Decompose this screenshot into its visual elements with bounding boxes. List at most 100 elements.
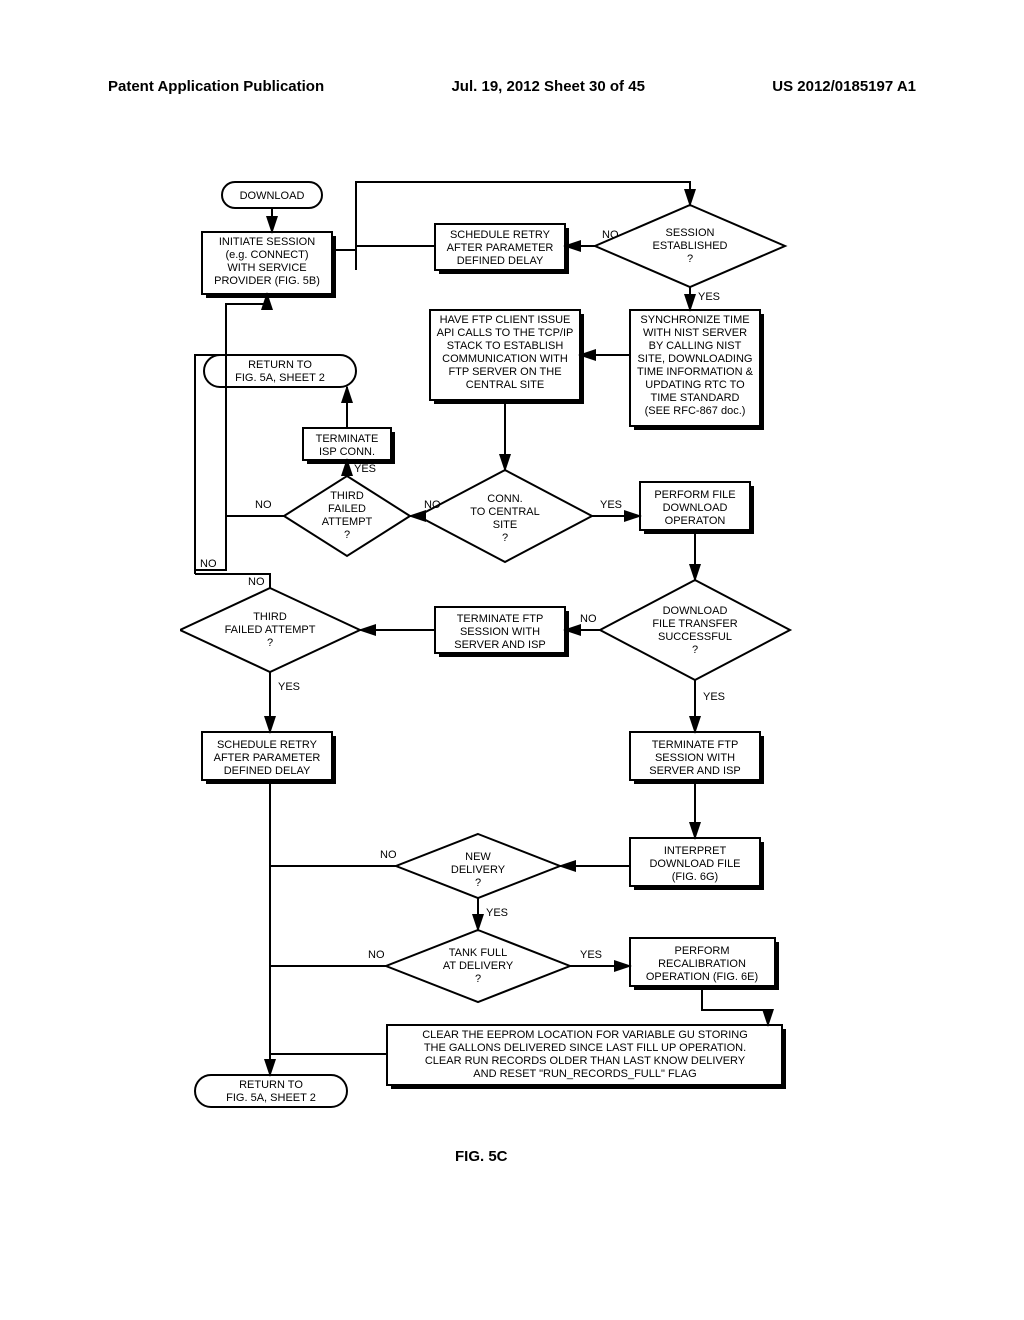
svg-text:NO: NO xyxy=(602,229,619,241)
svg-text:TIME INFORMATION &: TIME INFORMATION & xyxy=(637,366,754,378)
svg-text:COMMUNICATION WITH: COMMUNICATION WITH xyxy=(442,353,568,365)
svg-text:?: ? xyxy=(267,637,273,649)
svg-text:NO: NO xyxy=(200,558,217,570)
svg-text:STACK TO ESTABLISH: STACK TO ESTABLISH xyxy=(447,340,564,352)
svg-text:?: ? xyxy=(475,973,481,985)
svg-text:DEFINED DELAY: DEFINED DELAY xyxy=(224,765,311,777)
svg-text:TERMINATE FTP: TERMINATE FTP xyxy=(652,739,739,751)
svg-text:HAVE FTP CLIENT ISSUE: HAVE FTP CLIENT ISSUE xyxy=(440,314,571,326)
svg-text:YES: YES xyxy=(486,907,508,919)
svg-text:NO: NO xyxy=(255,499,272,511)
svg-text:API CALLS TO THE TCP/IP: API CALLS TO THE TCP/IP xyxy=(437,327,574,339)
node-tank-full: TANK FULL AT DELIVERY ? xyxy=(386,930,570,1002)
svg-text:AT DELIVERY: AT DELIVERY xyxy=(443,960,514,972)
svg-text:DOWNLOAD: DOWNLOAD xyxy=(663,605,728,617)
svg-text:NEW: NEW xyxy=(465,851,491,863)
svg-text:NO: NO xyxy=(368,949,385,961)
svg-text:TERMINATE: TERMINATE xyxy=(316,433,379,445)
svg-text:FIG. 5A, SHEET 2: FIG. 5A, SHEET 2 xyxy=(235,372,325,384)
svg-text:TERMINATE FTP: TERMINATE FTP xyxy=(457,613,544,625)
svg-text:DOWNLOAD FILE: DOWNLOAD FILE xyxy=(649,858,740,870)
svg-text:OPERATON: OPERATON xyxy=(665,515,726,527)
svg-text:UPDATING RTC TO: UPDATING RTC TO xyxy=(645,379,745,391)
svg-text:TIME STANDARD: TIME STANDARD xyxy=(650,392,739,404)
header-right: US 2012/0185197 A1 xyxy=(772,78,916,95)
svg-text:NO: NO xyxy=(580,613,597,625)
svg-text:INTERPRET: INTERPRET xyxy=(664,845,727,857)
svg-text:WITH NIST SERVER: WITH NIST SERVER xyxy=(643,327,747,339)
svg-text:SCHEDULE RETRY: SCHEDULE RETRY xyxy=(217,739,318,751)
svg-text:DEFINED DELAY: DEFINED DELAY xyxy=(457,255,544,267)
node-download-success: DOWNLOAD FILE TRANSFER SUCCESSFUL ? xyxy=(600,580,790,680)
svg-text:NO: NO xyxy=(380,849,397,861)
svg-text:THIRD: THIRD xyxy=(253,611,287,623)
node-third-failed-small: THIRD FAILED ATTEMPT ? xyxy=(284,476,410,556)
flowchart: DOWNLOAD INITIATE SESSION (e.g. CONNECT)… xyxy=(180,170,830,1173)
node-schedule-retry-bot: SCHEDULE RETRY AFTER PARAMETER DEFINED D… xyxy=(202,732,336,784)
svg-text:FTP SERVER ON THE: FTP SERVER ON THE xyxy=(448,366,561,378)
svg-text:PERFORM FILE: PERFORM FILE xyxy=(654,489,735,501)
svg-text:THIRD: THIRD xyxy=(330,490,364,502)
node-terminate-ftp-right: TERMINATE FTP SESSION WITH SERVER AND IS… xyxy=(630,732,764,784)
node-initiate: INITIATE SESSION (e.g. CONNECT) WITH SER… xyxy=(202,232,336,298)
svg-text:YES: YES xyxy=(580,949,602,961)
svg-text:YES: YES xyxy=(278,681,300,693)
svg-text:RETURN TO: RETURN TO xyxy=(248,359,312,371)
svg-text:TO CENTRAL: TO CENTRAL xyxy=(470,506,539,518)
node-ftp-client: HAVE FTP CLIENT ISSUE API CALLS TO THE T… xyxy=(430,310,584,404)
header-left: Patent Application Publication xyxy=(108,78,324,95)
svg-text:SITE: SITE xyxy=(493,519,517,531)
node-terminate-ftp-mid: TERMINATE FTP SESSION WITH SERVER AND IS… xyxy=(435,607,569,657)
svg-text:AFTER PARAMETER: AFTER PARAMETER xyxy=(214,752,321,764)
node-third-failed: THIRD FAILED ATTEMPT ? xyxy=(180,588,360,672)
node-download: DOWNLOAD xyxy=(222,182,322,208)
svg-text:DOWNLOAD: DOWNLOAD xyxy=(663,502,728,514)
svg-text:WITH SERVICE: WITH SERVICE xyxy=(227,262,306,274)
svg-text:ISP CONN.: ISP CONN. xyxy=(319,446,375,458)
svg-text:RETURN TO: RETURN TO xyxy=(239,1079,303,1091)
svg-text:CENTRAL SITE: CENTRAL SITE xyxy=(466,379,544,391)
node-interpret: INTERPRET DOWNLOAD FILE (FIG. 6G) xyxy=(630,838,764,890)
node-perform-download: PERFORM FILE DOWNLOAD OPERATON xyxy=(640,482,754,534)
figure-label: FIG. 5C xyxy=(455,1148,508,1165)
svg-text:NO: NO xyxy=(248,576,265,588)
node-synchronize: SYNCHRONIZE TIME WITH NIST SERVER BY CAL… xyxy=(630,310,764,430)
svg-text:SITE, DOWNLOADING: SITE, DOWNLOADING xyxy=(638,353,753,365)
svg-text:PERFORM: PERFORM xyxy=(675,945,730,957)
svg-text:SYNCHRONIZE TIME: SYNCHRONIZE TIME xyxy=(640,314,749,326)
svg-text:YES: YES xyxy=(698,291,720,303)
svg-text:THE GALLONS DELIVERED SINCE LA: THE GALLONS DELIVERED SINCE LAST FILL UP… xyxy=(424,1042,746,1054)
svg-text:(SEE RFC-867 doc.): (SEE RFC-867 doc.) xyxy=(645,405,746,417)
header-center: Jul. 19, 2012 Sheet 30 of 45 xyxy=(451,78,644,95)
svg-text:PROVIDER (FIG. 5B): PROVIDER (FIG. 5B) xyxy=(214,275,320,287)
svg-text:FAILED: FAILED xyxy=(328,503,366,515)
svg-text:ESTABLISHED: ESTABLISHED xyxy=(653,240,728,252)
node-conn-central: CONN. TO CENTRAL SITE ? xyxy=(418,470,592,562)
svg-text:(e.g. CONNECT): (e.g. CONNECT) xyxy=(225,249,308,261)
svg-text:AFTER PARAMETER: AFTER PARAMETER xyxy=(447,242,554,254)
node-session-established: SESSION ESTABLISHED ? xyxy=(595,205,785,287)
svg-text:RECALIBRATION: RECALIBRATION xyxy=(658,958,746,970)
svg-text:?: ? xyxy=(692,644,698,656)
node-terminate-isp: TERMINATE ISP CONN. xyxy=(303,428,395,464)
svg-text:SESSION: SESSION xyxy=(666,227,715,239)
svg-text:DOWNLOAD: DOWNLOAD xyxy=(240,190,305,202)
svg-text:SERVER AND ISP: SERVER AND ISP xyxy=(454,639,546,651)
svg-text:CLEAR THE EEPROM LOCATION FOR: CLEAR THE EEPROM LOCATION FOR VARIABLE G… xyxy=(422,1029,748,1041)
svg-text:?: ? xyxy=(344,529,350,541)
svg-text:SESSION WITH: SESSION WITH xyxy=(655,752,735,764)
svg-text:?: ? xyxy=(502,532,508,544)
svg-text:SCHEDULE RETRY: SCHEDULE RETRY xyxy=(450,229,551,241)
node-clear-eeprom: CLEAR THE EEPROM LOCATION FOR VARIABLE G… xyxy=(387,1025,786,1089)
svg-text:INITIATE SESSION: INITIATE SESSION xyxy=(219,236,315,248)
svg-text:FAILED ATTEMPT: FAILED ATTEMPT xyxy=(225,624,316,636)
svg-text:CONN.: CONN. xyxy=(487,493,522,505)
node-schedule-retry-top: SCHEDULE RETRY AFTER PARAMETER DEFINED D… xyxy=(435,224,569,274)
node-new-delivery: NEW DELIVERY ? xyxy=(396,834,560,898)
svg-text:OPERATION (FIG. 6E): OPERATION (FIG. 6E) xyxy=(646,971,758,983)
svg-text:CLEAR RUN RECORDS OLDER THAN L: CLEAR RUN RECORDS OLDER THAN LAST KNOW D… xyxy=(425,1055,746,1067)
page-header: Patent Application Publication Jul. 19, … xyxy=(108,78,916,95)
svg-text:NO: NO xyxy=(424,499,441,511)
node-return-bot: RETURN TO FIG. 5A, SHEET 2 xyxy=(195,1075,347,1107)
svg-text:?: ? xyxy=(475,877,481,889)
